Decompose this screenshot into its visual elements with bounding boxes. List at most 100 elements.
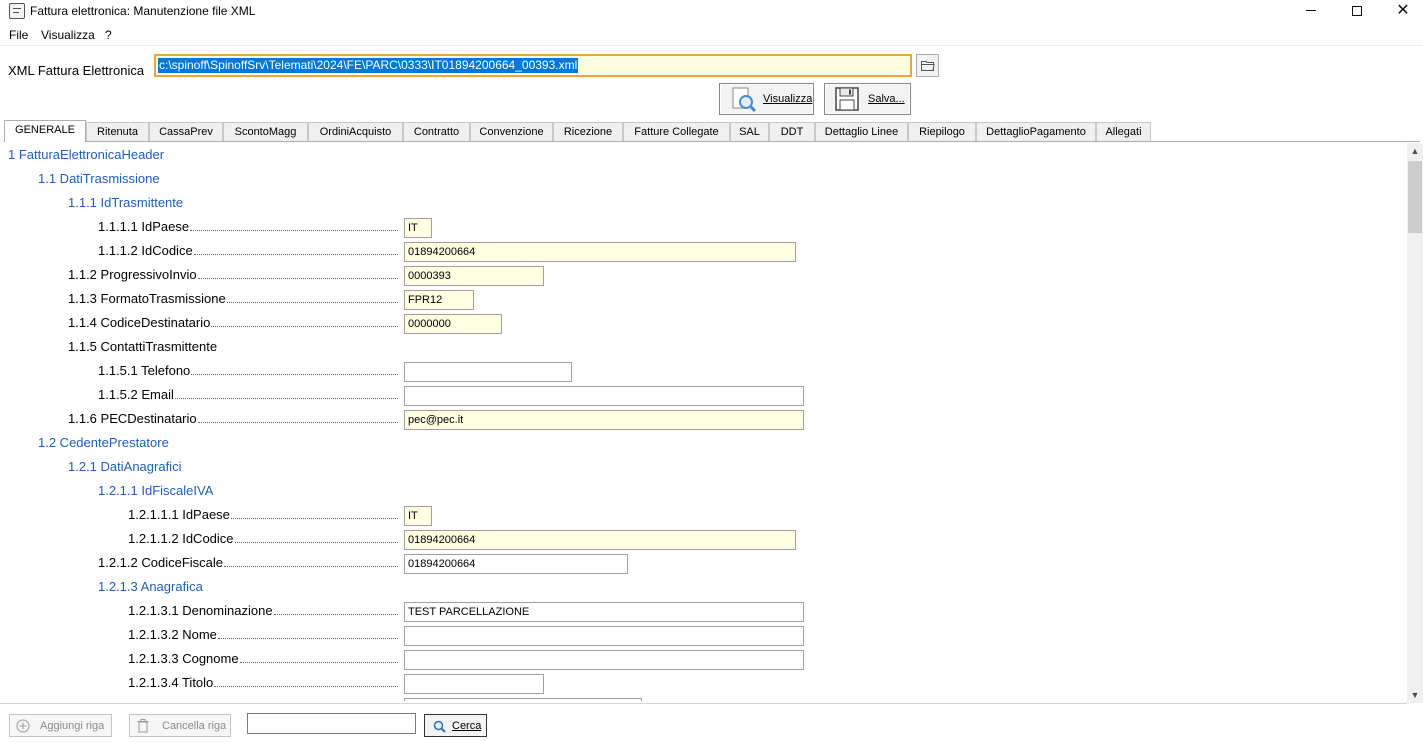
- cerca-label: Cerca: [452, 720, 482, 732]
- tree-label: 1 FatturaElettronicaHeader: [8, 147, 165, 162]
- leader-dots: [190, 230, 398, 231]
- tree-label: 1.1.5.2 Email: [98, 387, 174, 402]
- leader-dots: [231, 518, 398, 519]
- minimize-icon: [1306, 10, 1316, 12]
- scroll-up-icon[interactable]: ▲: [1407, 143, 1423, 159]
- menu-file[interactable]: File: [9, 28, 28, 42]
- general-tab-panel: 1 FatturaElettronicaHeader 1.1 DatiTrasmi…: [4, 143, 1407, 701]
- maximize-icon: [1352, 5, 1362, 16]
- vertical-scrollbar[interactable]: ▲ ▼: [1407, 143, 1423, 703]
- tree-label: 1.1.4 CodiceDestinatario: [68, 315, 211, 330]
- xml-path-value: c:\spinoff\SpinoffSrv\Telemati\2024\FE\P…: [158, 58, 579, 73]
- menu-visualizza[interactable]: Visualizza: [41, 28, 95, 42]
- search-input[interactable]: [247, 713, 416, 734]
- leader-dots: [218, 638, 398, 639]
- tree-label: 1.1.1.1 IdPaese: [98, 219, 190, 234]
- tab-divider: [4, 141, 1420, 142]
- tree-label: 1.2.1.3.3 Cognome: [128, 651, 239, 666]
- value-field[interactable]: 0000393: [404, 266, 544, 286]
- close-button[interactable]: ✕: [1380, 0, 1423, 24]
- scroll-down-icon[interactable]: ▼: [1407, 687, 1423, 703]
- value-field[interactable]: [404, 674, 544, 694]
- tree-label: 1.1.1 IdTrasmittente: [68, 195, 184, 210]
- value-field[interactable]: [404, 386, 804, 406]
- tab-ritenuta[interactable]: Ritenuta: [86, 122, 149, 142]
- tree-label: 1.2.1.1.1 IdPaese: [128, 507, 230, 522]
- tab-scontomagg[interactable]: ScontoMagg: [223, 122, 308, 142]
- tree-label: 1.2.1 DatiAnagrafici: [68, 459, 182, 474]
- title-bar: Fattura elettronica: Manutenzione file X…: [0, 0, 1423, 24]
- tree-label: 1.2 CedentePrestatore: [38, 435, 169, 450]
- tab-contratto[interactable]: Contratto: [403, 122, 470, 142]
- aggiungi-riga-label: Aggiungi riga: [40, 720, 105, 732]
- value-field[interactable]: [404, 698, 642, 701]
- tree-label: 1.1.3 FormatoTrasmissione: [68, 291, 226, 306]
- tree-label: 1.2.1.3.2 Nome: [128, 627, 217, 642]
- cancella-riga-button[interactable]: Cancella riga: [129, 714, 231, 737]
- tab-dettaglio-linee[interactable]: Dettaglio Linee: [815, 122, 908, 142]
- salva-button[interactable]: Salva...: [824, 83, 911, 115]
- magnifier-document-icon: [732, 87, 756, 113]
- value-field[interactable]: pec@pec.it: [404, 410, 804, 430]
- tree-label: 1.2.1.3 Anagrafica: [98, 579, 203, 594]
- visualizza-button[interactable]: Visualizza: [719, 83, 814, 115]
- tree-label: 1.2.1.1 IdFiscaleIVA: [98, 483, 214, 498]
- add-circle-icon: [16, 719, 30, 733]
- tree-label: 1.1.1.2 IdCodice: [98, 243, 193, 258]
- tree-label: 1.2.1.2 CodiceFiscale: [98, 555, 224, 570]
- value-field[interactable]: 0000000: [404, 314, 502, 334]
- xml-path-input[interactable]: c:\spinoff\SpinoffSrv\Telemati\2024\FE\P…: [154, 54, 912, 77]
- trash-icon: [137, 719, 149, 733]
- tree-label: 1.1.2 ProgressivoInvio: [68, 267, 197, 282]
- value-field[interactable]: 01894200664: [404, 242, 796, 262]
- cerca-button[interactable]: Cerca: [424, 714, 487, 737]
- tab-generale[interactable]: GENERALE: [4, 120, 86, 142]
- value-field[interactable]: [404, 650, 804, 670]
- leader-dots: [214, 686, 398, 687]
- search-icon: [433, 720, 446, 733]
- menu-help[interactable]: ?: [105, 28, 112, 42]
- tab-convenzione[interactable]: Convenzione: [470, 122, 553, 142]
- value-field[interactable]: FPR12: [404, 290, 474, 310]
- minimize-button[interactable]: [1288, 0, 1334, 24]
- value-field[interactable]: [404, 362, 572, 382]
- value-field[interactable]: 01894200664: [404, 530, 796, 550]
- tab-sal[interactable]: SAL: [730, 122, 769, 142]
- value-field[interactable]: [404, 626, 804, 646]
- tab-ordiniacquisto[interactable]: OrdiniAcquisto: [308, 122, 403, 142]
- leader-dots: [194, 254, 398, 255]
- window-title: Fattura elettronica: Manutenzione file X…: [30, 4, 256, 18]
- leader-dots: [191, 374, 398, 375]
- menu-divider: [0, 45, 1423, 46]
- bottom-divider: [0, 703, 1407, 704]
- maximize-button[interactable]: [1334, 0, 1380, 24]
- value-field[interactable]: 01894200664: [404, 554, 628, 574]
- folder-icon: [921, 61, 935, 71]
- value-field[interactable]: IT: [404, 218, 432, 238]
- tab-dettagliopagamento[interactable]: DettaglioPagamento: [976, 122, 1096, 142]
- value-field[interactable]: TEST PARCELLAZIONE: [404, 602, 804, 622]
- aggiungi-riga-button[interactable]: Aggiungi riga: [9, 714, 112, 737]
- xml-path-label: XML Fattura Elettronica: [8, 63, 145, 78]
- scroll-thumb[interactable]: [1408, 161, 1422, 233]
- tab-riepilogo[interactable]: Riepilogo: [908, 122, 976, 142]
- browse-folder-button[interactable]: [916, 54, 939, 77]
- tab-allegati[interactable]: Allegati: [1096, 122, 1151, 142]
- value-field[interactable]: IT: [404, 506, 432, 526]
- cancella-riga-label: Cancella riga: [162, 720, 227, 732]
- tree-label: 1.2.1.3.5 CodEORI: [128, 699, 238, 701]
- tab-ddt[interactable]: DDT: [769, 122, 815, 142]
- app-xml-icon: [9, 3, 25, 19]
- leader-dots: [175, 398, 398, 399]
- tree-label: 1.2.1.3.4 Titolo: [128, 675, 214, 690]
- leader-dots: [274, 614, 398, 615]
- tree-label: 1.1.5.1 Telefono: [98, 363, 191, 378]
- tree-label: 1.2.1.3.1 Denominazione: [128, 603, 273, 618]
- tree-label: 1.1.6 PECDestinatario: [68, 411, 197, 426]
- leader-dots: [235, 542, 398, 543]
- tree-label: 1.1.5 ContattiTrasmittente: [68, 339, 218, 354]
- tab-fatture-collegate[interactable]: Fatture Collegate: [623, 122, 730, 142]
- tab-cassaprev[interactable]: CassaPrev: [149, 122, 223, 142]
- tab-ricezione[interactable]: Ricezione: [553, 122, 623, 142]
- leader-dots: [198, 422, 398, 423]
